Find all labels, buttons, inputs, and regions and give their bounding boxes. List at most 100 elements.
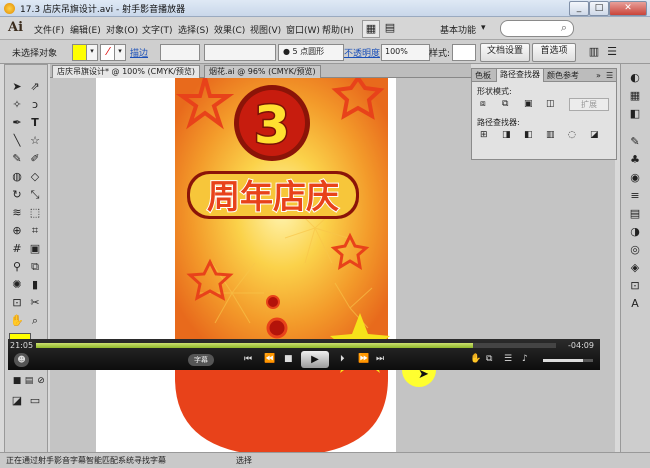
layers-panel-icon[interactable]: ◈: [627, 260, 643, 276]
opacity-link[interactable]: 不透明度: [344, 46, 380, 59]
draw-normal-icon[interactable]: ◪: [9, 393, 25, 409]
menu-window[interactable]: 窗口(W): [286, 23, 320, 36]
pen-tool-icon[interactable]: ✒: [9, 115, 25, 131]
selection-tool-icon[interactable]: ➤: [9, 79, 25, 95]
shape-builder-icon[interactable]: ⊕: [9, 223, 25, 239]
graph-tool-icon[interactable]: ▮: [27, 277, 43, 293]
eyedropper-icon[interactable]: ⚲: [9, 259, 25, 275]
paintbrush-icon[interactable]: ✎: [9, 151, 25, 167]
pathfinder-panel-icon[interactable]: ◧: [627, 106, 643, 122]
menu-file[interactable]: 文件(F): [34, 23, 64, 36]
pencil-icon[interactable]: ✐: [27, 151, 43, 167]
warp-tool-icon[interactable]: ≋: [9, 205, 25, 221]
hand-icon[interactable]: ✋: [470, 354, 481, 364]
merge-icon[interactable]: ◧: [524, 130, 533, 140]
tab-swatches[interactable]: 色板: [475, 70, 491, 81]
minimize-button[interactable]: _: [569, 1, 589, 16]
menu-view[interactable]: 视图(V): [250, 23, 281, 36]
intersect-icon[interactable]: ▣: [524, 99, 533, 109]
star-tool-icon[interactable]: ☆: [27, 133, 43, 149]
rewind-icon[interactable]: ⏪: [264, 354, 275, 364]
unite-icon[interactable]: ⧈: [480, 99, 486, 109]
type-tool-icon[interactable]: T: [27, 115, 43, 131]
exclude-icon[interactable]: ◫: [546, 99, 555, 109]
step-forward-icon[interactable]: ⏵: [340, 354, 345, 364]
panel-menu-icon[interactable]: ☰: [604, 44, 620, 60]
capture-icon[interactable]: ⧉: [486, 354, 492, 364]
graphic-style-swatch[interactable]: [452, 44, 476, 61]
scale-tool-icon[interactable]: ⤡: [27, 187, 43, 203]
appearance-panel-icon[interactable]: ◎: [627, 242, 643, 258]
stroke-link[interactable]: 描边: [130, 46, 148, 59]
brushes-panel-icon[interactable]: ✎: [627, 134, 643, 150]
tab-color-guide[interactable]: 颜色参考: [547, 70, 579, 81]
close-button[interactable]: ✕: [609, 1, 647, 16]
workspace-switcher[interactable]: 基本功能: [440, 23, 476, 36]
divide-icon[interactable]: ⊞: [480, 130, 488, 140]
document-setup-button[interactable]: 文档设置: [480, 43, 530, 62]
tab-pathfinder[interactable]: 路径查找器: [496, 69, 544, 82]
symbols-panel-icon[interactable]: ♣: [627, 152, 643, 168]
eraser-icon[interactable]: ◇: [27, 169, 43, 185]
seek-bar[interactable]: [36, 343, 556, 348]
tab-document-1[interactable]: 店庆吊旗设计* @ 100% (CMYK/预览): [52, 65, 201, 79]
line-tool-icon[interactable]: ╲: [9, 133, 25, 149]
tab-document-2[interactable]: 烟花.ai @ 96% (CMYK/预览): [204, 65, 321, 79]
variable-width-select[interactable]: [204, 44, 276, 61]
menu-help[interactable]: 帮助(H): [322, 23, 354, 36]
screen-mode-icon[interactable]: ▭: [27, 393, 43, 409]
slice-tool-icon[interactable]: ✂: [27, 295, 43, 311]
arrange-documents-icon[interactable]: ▤: [382, 20, 398, 36]
minus-front-icon[interactable]: ⧉: [502, 99, 508, 109]
expand-button[interactable]: 扩展: [569, 98, 609, 111]
user-icon[interactable]: ☻: [14, 353, 29, 367]
menu-effect[interactable]: 效果(C): [214, 23, 245, 36]
free-transform-icon[interactable]: ⬚: [27, 205, 43, 221]
symbol-sprayer-icon[interactable]: ✺: [9, 277, 25, 293]
character-panel-icon[interactable]: A: [627, 296, 643, 312]
artboard-tool-icon[interactable]: ⊡: [9, 295, 25, 311]
color-panel-icon[interactable]: ◐: [627, 70, 643, 86]
playlist-icon[interactable]: ☰: [504, 354, 512, 364]
none-mode-icon[interactable]: ⊘: [33, 373, 49, 389]
lasso-icon[interactable]: ↄ: [27, 97, 43, 113]
fast-forward-icon[interactable]: ⏩: [358, 354, 369, 364]
panel-collapse-icon[interactable]: »: [596, 70, 601, 81]
panel-menu-icon-2[interactable]: ☰: [606, 70, 613, 81]
stroke-weight-input[interactable]: [160, 44, 200, 61]
play-button[interactable]: ▶: [301, 351, 329, 368]
menu-type[interactable]: 文字(T): [142, 23, 173, 36]
volume-slider[interactable]: [543, 359, 593, 362]
perspective-grid-icon[interactable]: ⌗: [27, 223, 43, 239]
menu-edit[interactable]: 编辑(E): [70, 23, 101, 36]
artboards-panel-icon[interactable]: ⊡: [627, 278, 643, 294]
maximize-button[interactable]: □: [589, 1, 609, 16]
menu-object[interactable]: 对象(O): [106, 23, 138, 36]
next-icon[interactable]: ⏭: [376, 354, 384, 364]
swatches-panel-icon[interactable]: ▦: [627, 88, 643, 104]
stop-icon[interactable]: ■: [284, 354, 293, 364]
mesh-tool-icon[interactable]: #: [9, 241, 25, 257]
bridge-icon[interactable]: ▦: [362, 20, 380, 38]
fill-dropdown-icon[interactable]: ▾: [86, 44, 98, 61]
workspace-dropdown-icon[interactable]: ▾: [481, 23, 486, 33]
gradient-tool-icon[interactable]: ▣: [27, 241, 43, 257]
crop-icon[interactable]: ▥: [546, 130, 555, 140]
gradient-panel-icon[interactable]: ▤: [627, 206, 643, 222]
minus-back-icon[interactable]: ◪: [590, 130, 599, 140]
blend-tool-icon[interactable]: ⧉: [27, 259, 43, 275]
blob-brush-icon[interactable]: ◍: [9, 169, 25, 185]
preferences-button[interactable]: 首选项: [532, 43, 576, 62]
hand-tool-icon[interactable]: ✋: [9, 313, 25, 329]
opacity-input[interactable]: 100%: [381, 44, 430, 61]
zoom-tool-icon[interactable]: ⌕: [27, 313, 43, 329]
outline-icon[interactable]: ◌: [568, 130, 576, 140]
magic-wand-icon[interactable]: ✧: [9, 97, 25, 113]
previous-icon[interactable]: ⏮: [244, 354, 252, 364]
arrange-icon[interactable]: ▥: [586, 44, 602, 60]
trim-icon[interactable]: ◨: [502, 130, 511, 140]
transparency-panel-icon[interactable]: ◑: [627, 224, 643, 240]
rotate-tool-icon[interactable]: ↻: [9, 187, 25, 203]
volume-icon[interactable]: ♪: [522, 354, 528, 364]
stroke-panel-icon[interactable]: ≡: [627, 188, 643, 204]
